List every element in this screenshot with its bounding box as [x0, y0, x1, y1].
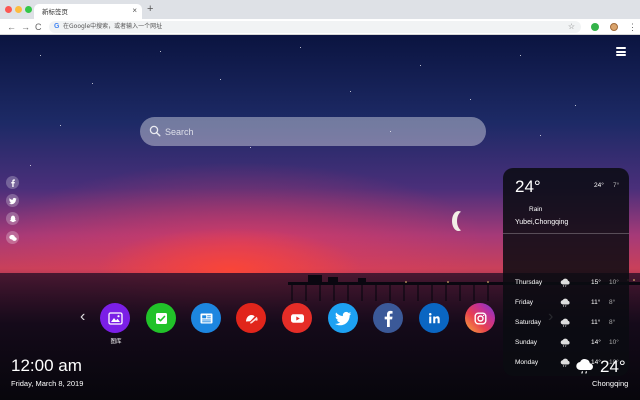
- forecast-low: 8°: [609, 319, 616, 326]
- menu-icon[interactable]: [616, 47, 626, 56]
- clock-time: 12:00 am: [11, 356, 82, 375]
- today-low: 7°: [613, 182, 620, 189]
- forecast-day: Friday: [515, 299, 534, 306]
- maximize-window-button[interactable]: [25, 6, 32, 13]
- shortcut-facebook[interactable]: [373, 303, 403, 333]
- weather-mini-temperature[interactable]: 24°: [600, 357, 626, 377]
- facebook-share-button[interactable]: [6, 176, 19, 189]
- rain-cloud-icon: [560, 338, 570, 347]
- reload-button[interactable]: C: [35, 20, 42, 34]
- shortcut-game[interactable]: [236, 303, 266, 333]
- shortcut-twitter[interactable]: [328, 303, 358, 333]
- snapchat-icon: [9, 215, 16, 222]
- twitter-bird-icon: [334, 311, 351, 325]
- shortcut-instagram[interactable]: [465, 303, 495, 333]
- bookmark-star-icon[interactable]: ☆: [568, 21, 575, 33]
- shortcut-news[interactable]: [191, 303, 221, 333]
- gamepad-icon: [245, 314, 258, 323]
- weather-mini-city: Chongqing: [592, 379, 629, 388]
- forward-button[interactable]: →: [21, 20, 30, 34]
- weather-mini-cloud-icon[interactable]: [575, 359, 596, 374]
- rain-cloud-icon: [560, 298, 570, 307]
- profile-avatar[interactable]: [610, 23, 618, 31]
- minimize-window-button[interactable]: [15, 6, 22, 13]
- wechat-share-button[interactable]: [6, 231, 19, 244]
- forecast-low: 10°: [609, 339, 619, 346]
- browser-menu-button[interactable]: ⋮: [628, 20, 637, 34]
- forecast-day: Saturday: [515, 319, 542, 326]
- forecast-high: 14°: [591, 339, 601, 346]
- forecast-low: 10°: [609, 279, 619, 286]
- wechat-icon: [8, 234, 17, 241]
- forecast-row: Friday 11° 8°: [503, 297, 629, 309]
- shortcuts-prev-arrow[interactable]: ‹: [80, 308, 85, 326]
- current-temperature: 24°: [515, 177, 541, 196]
- forecast-high: 15°: [591, 279, 601, 286]
- snapchat-share-button[interactable]: [6, 212, 19, 225]
- tab-new-tab[interactable]: 新标签页 ×: [34, 4, 142, 19]
- forecast-high: 11°: [591, 299, 601, 306]
- browser-tab-strip: 新标签页 × +: [0, 0, 640, 19]
- news-icon: [200, 313, 212, 323]
- new-tab-button[interactable]: +: [147, 3, 153, 16]
- weather-panel: 24° 24° 7° Rain Yubei,Chongqing Thursday…: [503, 168, 629, 376]
- forecast-row: Sunday 14° 10°: [503, 337, 629, 349]
- new-tab-page: ‹ 图库: [0, 35, 640, 400]
- facebook-f-icon: [384, 310, 393, 327]
- forecast-high: 11°: [591, 319, 601, 326]
- rain-cloud-icon: [560, 318, 570, 327]
- search-input[interactable]: [165, 122, 465, 141]
- shortcut-linkedin[interactable]: [419, 303, 449, 333]
- twitter-share-button[interactable]: [6, 194, 19, 207]
- today-high: 24°: [594, 182, 604, 189]
- close-window-button[interactable]: [5, 6, 12, 13]
- weather-location: Yubei,Chongqing: [515, 219, 569, 226]
- gallery-icon: [107, 311, 123, 325]
- forecast-low: 8°: [609, 299, 616, 306]
- search-bar[interactable]: [140, 117, 486, 146]
- address-bar[interactable]: G 在Google中搜索，或者输入一个网址 ☆: [49, 21, 581, 33]
- shortcut-youtube[interactable]: [282, 303, 312, 333]
- forecast-row: Saturday 11° 8°: [503, 317, 629, 329]
- tab-close-button[interactable]: ×: [132, 5, 137, 17]
- tab-title: 新标签页: [42, 8, 68, 16]
- back-button[interactable]: ←: [7, 20, 16, 34]
- shortcut-gallery-label: 图库: [110, 339, 122, 345]
- weather-condition: Rain: [529, 206, 543, 213]
- linkedin-icon: [428, 312, 440, 323]
- shortcut-tasks[interactable]: [146, 303, 176, 333]
- youtube-icon: [290, 313, 304, 323]
- extension-icon[interactable]: [591, 23, 599, 31]
- forecast-day: Monday: [515, 359, 539, 366]
- moon-crescent: [457, 211, 470, 231]
- clock-date: Friday, March 8, 2019: [11, 379, 84, 388]
- search-icon: [149, 125, 161, 137]
- forecast-day: Sunday: [515, 339, 538, 346]
- facebook-icon: [10, 178, 15, 187]
- shortcut-gallery[interactable]: [100, 303, 130, 333]
- address-bar-placeholder: 在Google中搜索，或者输入一个网址: [63, 23, 163, 30]
- checklist-icon: [155, 312, 167, 324]
- twitter-icon: [8, 197, 17, 204]
- forecast-day: Thursday: [515, 279, 543, 286]
- browser-toolbar: ← → C G 在Google中搜索，或者输入一个网址 ☆ ⋮: [0, 19, 640, 35]
- rain-cloud-icon: [560, 358, 570, 367]
- forecast-row: Thursday 15° 10°: [503, 277, 629, 289]
- rain-cloud-icon: [560, 278, 570, 287]
- instagram-icon: [474, 312, 487, 325]
- weather-divider: [503, 233, 629, 234]
- google-icon: G: [54, 23, 60, 30]
